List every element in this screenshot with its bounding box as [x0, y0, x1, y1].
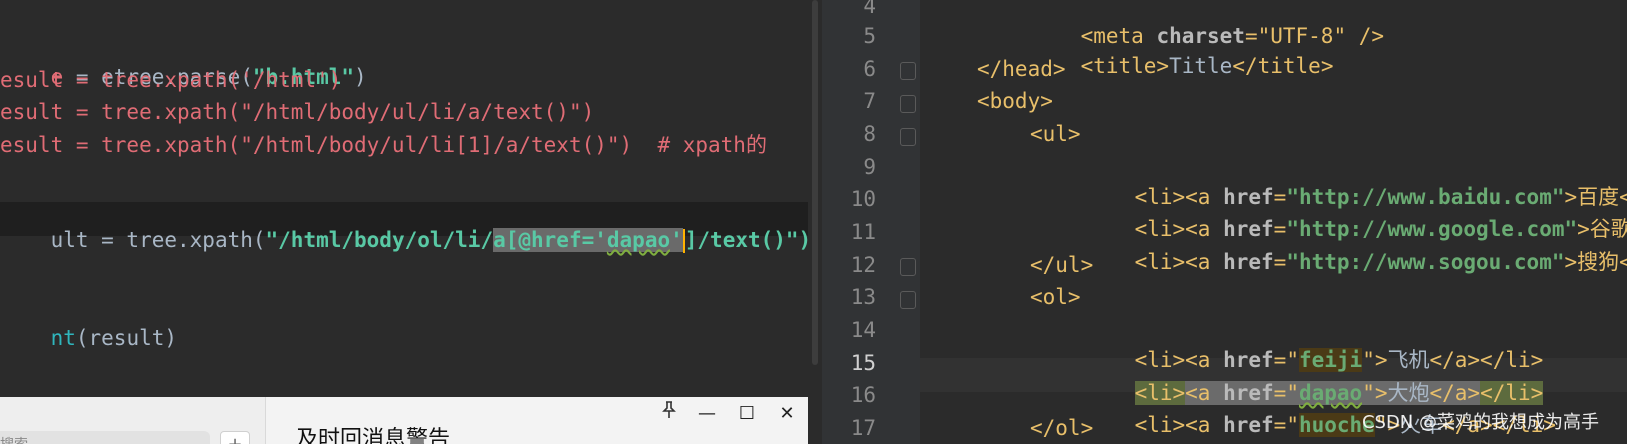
minimize-button[interactable]: —	[694, 401, 720, 427]
code-line[interactable]: nt(result)	[0, 293, 177, 350]
code-text: esult = tree.xpath('/html')	[0, 68, 342, 92]
code-line[interactable]: <li><a href="http://www.sogou.com">搜狗</	[1084, 217, 1627, 274]
html-attr-value: "http://www.sogou.com"	[1286, 250, 1565, 274]
code-line[interactable]: esult = tree.xpath("/html/body/ul/li/a/t…	[0, 97, 594, 127]
html-tag: <title>	[1080, 54, 1170, 78]
code-text: esult = tree.xpath("/html/body/ul/li/a/t…	[0, 100, 595, 124]
code-token: (result)	[75, 326, 178, 350]
code-line[interactable]: <title>Title</title>	[1030, 21, 1334, 78]
html-tag: <li><a	[1134, 250, 1224, 274]
fold-marker-icon[interactable]	[900, 62, 916, 80]
fold-marker-icon[interactable]	[900, 95, 916, 113]
selected-text: '	[670, 228, 683, 252]
html-tag: =	[1273, 250, 1287, 274]
line-number: 16	[850, 383, 876, 407]
code-token: ult = tree.xpath(	[50, 228, 266, 252]
code-line[interactable]: esult = tree.xpath("/html/body/ul/li[1]/…	[0, 130, 767, 160]
code-comment: # xpath的	[632, 133, 767, 157]
line-number: 13	[850, 285, 876, 309]
line-number: 4	[863, 0, 876, 18]
html-attr: href	[1223, 413, 1274, 437]
selected-text: dapao	[606, 228, 671, 252]
html-tag: </title>	[1232, 54, 1334, 78]
close-button[interactable]: ✕	[774, 401, 800, 427]
watermark: CSDN @菜鸡的我想成为高手	[1361, 412, 1599, 433]
popup-sidebar: 搜索 +	[0, 397, 266, 444]
code-line[interactable]: <ul>	[1030, 119, 1081, 149]
line-number: 17	[850, 416, 876, 440]
line-number: 10	[850, 187, 876, 211]
html-tag: <li><a	[1134, 413, 1224, 437]
fold-marker-icon[interactable]	[900, 258, 916, 276]
maximize-button[interactable]: ☐	[734, 401, 760, 427]
code-line[interactable]: <body>	[977, 86, 1053, 116]
code-line[interactable]: </ol>	[1030, 413, 1093, 443]
code-line[interactable]: <li><a href="http://www.baidu.com">百度</	[1084, 152, 1627, 209]
code-text: esult = tree.xpath("/html/body/ul/li[1]/…	[0, 133, 633, 157]
line-number: 6	[863, 57, 876, 81]
code-line[interactable]: <li><a href="feiji">飞机</a></li>	[1084, 315, 1543, 372]
code-line[interactable]: <li><a href="http://www.google.com">谷歌<	[1084, 184, 1627, 241]
code-line[interactable]: <ol>	[1030, 282, 1081, 312]
left-code-editor[interactable]: e = etree.parse("b.html") esult = tree.x…	[0, 0, 808, 395]
code-line[interactable]: e = etree.parse("b.html")	[0, 32, 367, 89]
code-line[interactable]: <meta charset="UTF-8" />	[1030, 0, 1384, 48]
code-string: "/html/body/ol/li/	[265, 228, 494, 252]
code-line-current[interactable]: <li><a href="dapao">大炮</a></li>	[1084, 348, 1544, 405]
code-line[interactable]: esult = tree.xpath('/html')	[0, 65, 341, 95]
html-tag: >搜狗</	[1564, 250, 1627, 274]
selected-text: a[@href='	[493, 228, 607, 252]
line-number: 9	[863, 155, 876, 179]
line-number: 11	[850, 220, 876, 244]
chat-popup-window[interactable]: 搜索 + 及时回消息警告 — ☐ ✕	[0, 397, 808, 444]
html-attr: href	[1223, 250, 1274, 274]
line-number: 5	[863, 24, 876, 48]
line-number: 14	[850, 318, 876, 342]
code-line[interactable]: </ul>	[1030, 250, 1093, 280]
html-text: Title	[1169, 54, 1233, 78]
pin-icon[interactable]	[656, 401, 682, 427]
add-button[interactable]: +	[220, 431, 250, 444]
code-token: nt	[50, 326, 76, 350]
code-token: )	[354, 65, 367, 89]
line-number: 7	[863, 89, 876, 113]
code-line[interactable]: <li><a href="huoche">火车</a></li>	[1084, 380, 1556, 437]
line-number: 8	[863, 122, 876, 146]
fold-marker-icon[interactable]	[900, 291, 916, 309]
code-string: ]/text()")	[684, 228, 808, 252]
line-number: 15	[850, 351, 876, 375]
fold-marker-icon[interactable]	[900, 128, 916, 146]
code-line[interactable]: </head>	[977, 54, 1066, 84]
right-code-editor[interactable]: 4 5 6 7 8 9 10 11 12 13 14 15 16 17 <met…	[822, 0, 1627, 444]
line-number: 12	[850, 253, 876, 277]
popup-title: 及时回消息警告	[296, 427, 451, 444]
left-editor-scrollbar[interactable]	[812, 0, 818, 365]
html-tag: ="	[1273, 413, 1299, 437]
code-line-current[interactable]: ult = tree.xpath("/html/body/ol/li/a[@hr…	[0, 195, 808, 253]
search-input[interactable]: 搜索	[0, 431, 210, 444]
